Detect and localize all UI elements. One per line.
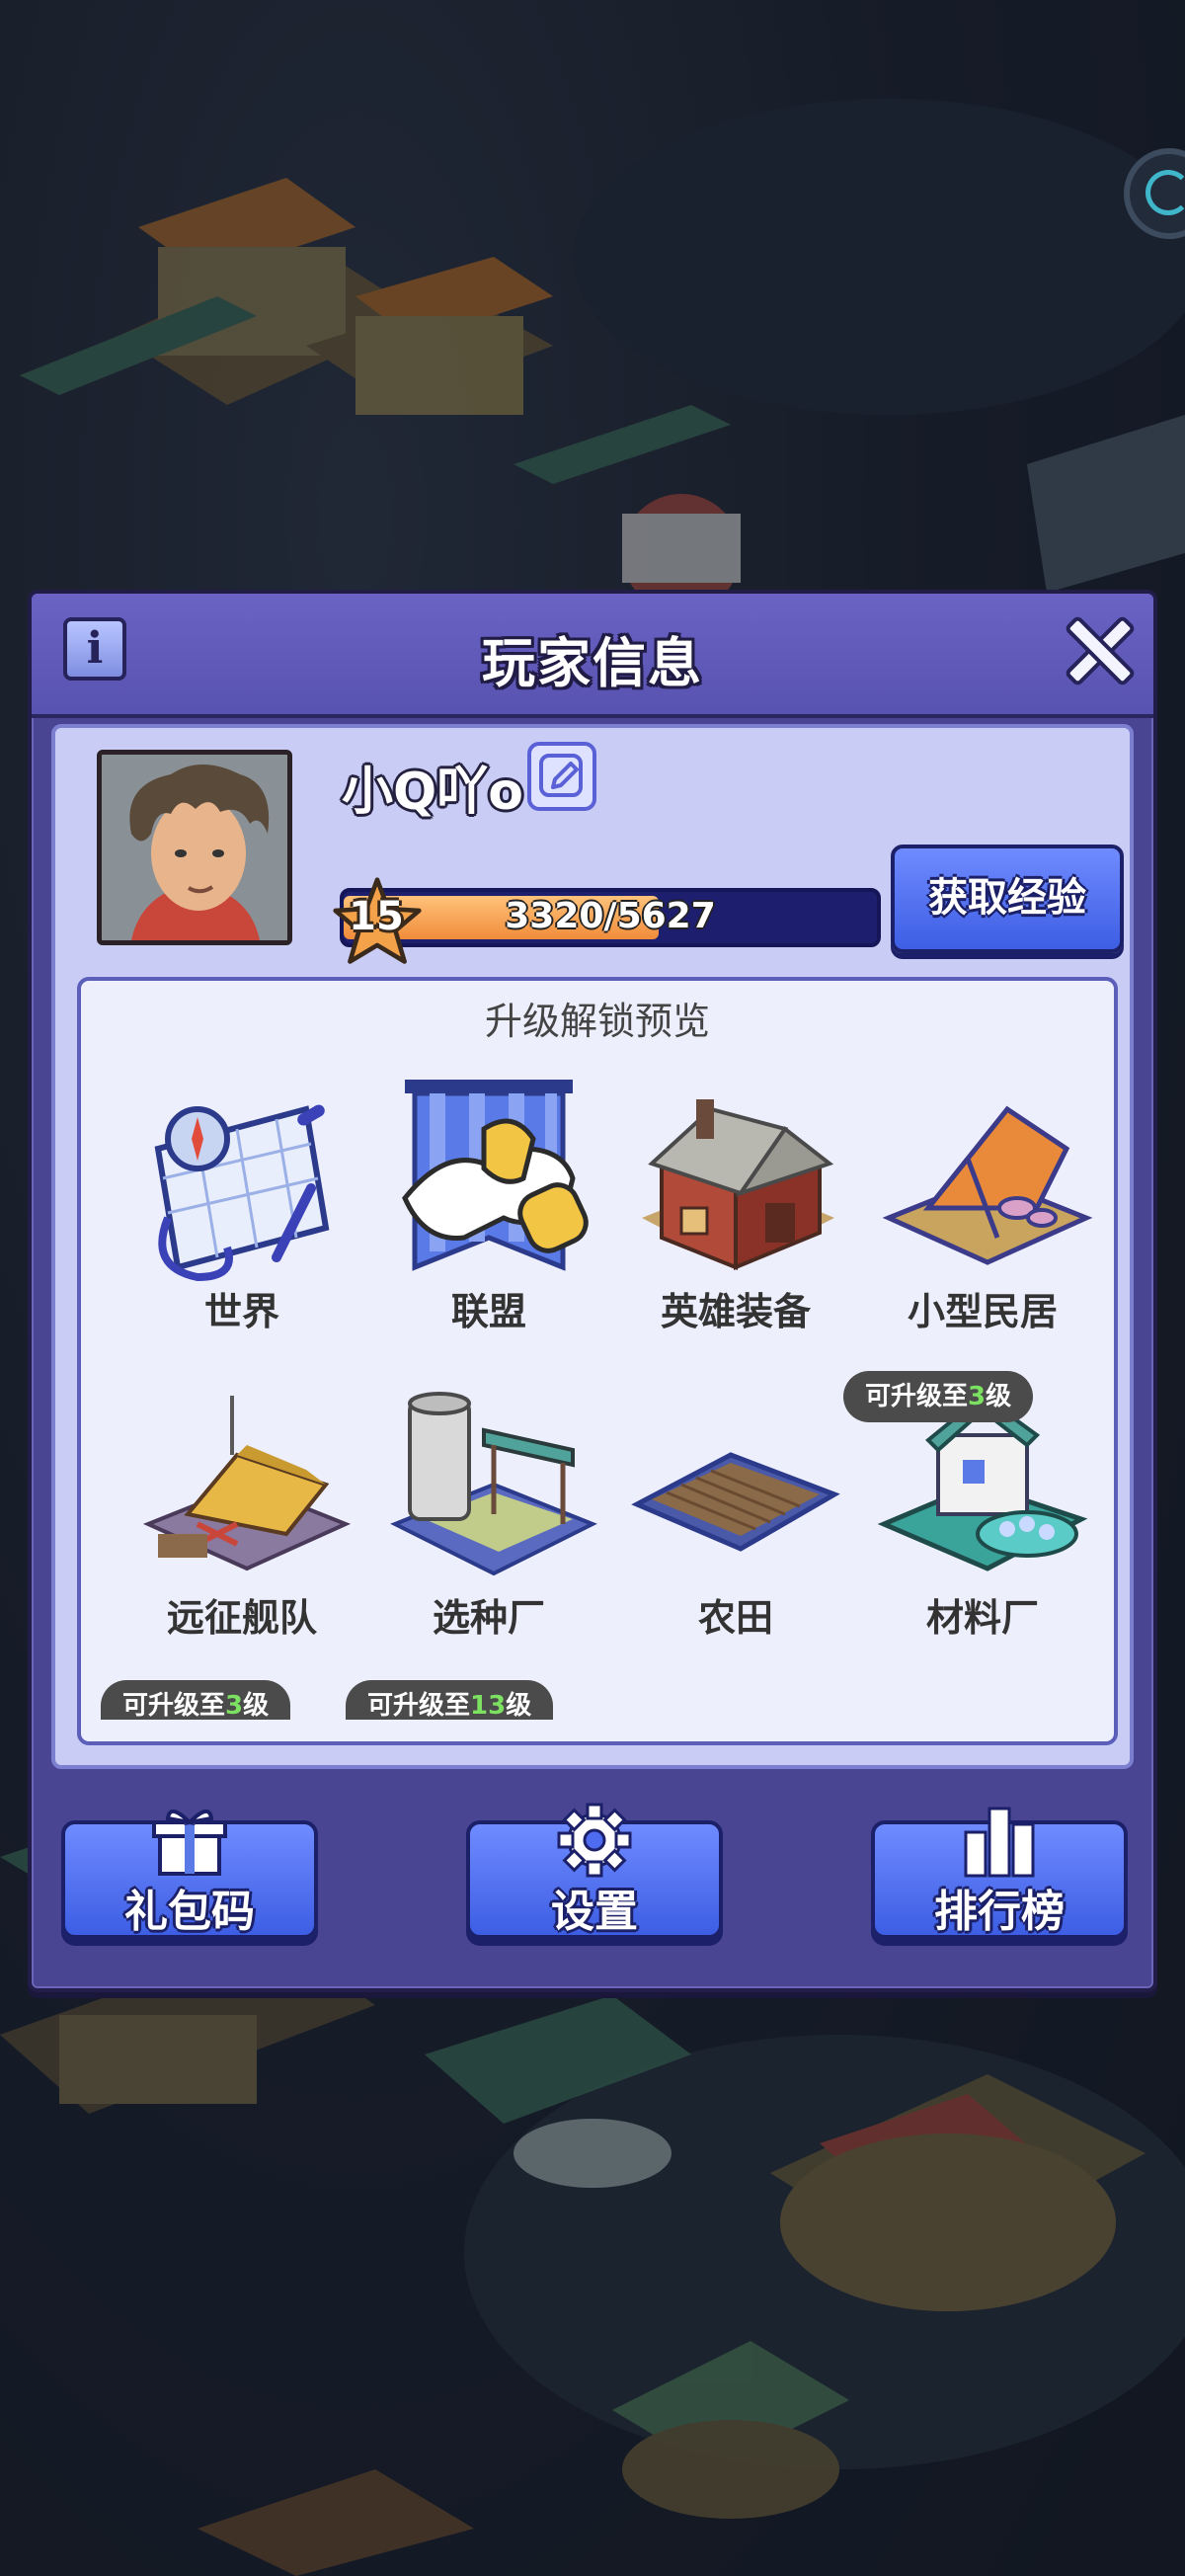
- dialog-header: i 玩家信息: [32, 594, 1153, 718]
- edit-name-button[interactable]: [527, 742, 596, 811]
- unlock-item-farmland[interactable]: 农田: [612, 1376, 859, 1672]
- unlock-item-label: 英雄装备: [660, 1290, 811, 1333]
- avatar[interactable]: [97, 750, 292, 945]
- unlock-item-world[interactable]: 世界: [118, 1070, 365, 1366]
- xp-text: 3320/5627: [505, 896, 716, 936]
- unlock-item-small-dwelling[interactable]: 小型民居: [859, 1070, 1106, 1366]
- leaderboard-button[interactable]: 排行榜: [871, 1807, 1128, 1939]
- expedition-fleet-icon: [142, 1396, 352, 1571]
- player-info-dialog: i 玩家信息 小Q吖o 3320/5627 15 获取经验 升级解锁预览 世界 …: [28, 590, 1157, 1992]
- unlock-item-label: 联盟: [450, 1290, 526, 1333]
- dialog-content: 小Q吖o 3320/5627 15 获取经验 升级解锁预览 世界 联盟 英雄装备…: [51, 724, 1134, 1769]
- gear-icon: [557, 1803, 632, 1878]
- gift-code-button[interactable]: 礼包码: [61, 1810, 318, 1939]
- player-name: 小Q吖o: [342, 763, 523, 822]
- unlock-item-label: 远征舰队: [166, 1596, 317, 1640]
- unlock-item-hero-equipment[interactable]: 英雄装备: [612, 1070, 859, 1366]
- avatar-portrait-icon: [102, 755, 287, 940]
- unlock-item-label: 农田: [697, 1596, 773, 1640]
- unlock-item-label: 选种厂: [432, 1596, 545, 1640]
- small-dwelling-tent-icon: [882, 1105, 1093, 1265]
- close-button[interactable]: [1061, 611, 1140, 690]
- leaderboard-label: 排行榜: [934, 1887, 1065, 1937]
- farmland-icon: [631, 1452, 840, 1552]
- settings-label: 设置: [551, 1887, 638, 1937]
- upgrade-badge: 可升级至13级: [346, 1680, 554, 1720]
- player-level: 15: [349, 894, 404, 939]
- unlock-item-alliance[interactable]: 联盟: [365, 1070, 612, 1366]
- unlock-preview-panel: 升级解锁预览 世界 联盟 英雄装备 小型民居 远征舰队 选种厂 农田 材料厂 可…: [77, 977, 1118, 1745]
- unlock-item-expedition-fleet[interactable]: 远征舰队: [118, 1376, 365, 1672]
- unlock-item-label: 世界: [203, 1290, 279, 1333]
- preview-title: 升级解锁预览: [484, 1000, 710, 1043]
- hero-equipment-house-icon: [642, 1099, 834, 1270]
- unlock-item-label: 材料厂: [925, 1596, 1039, 1640]
- upgrade-badge: 可升级至3级: [101, 1680, 291, 1720]
- leaderboard-bars-icon: [964, 1807, 1035, 1878]
- dialog-title: 玩家信息: [482, 632, 703, 694]
- settings-button[interactable]: 设置: [466, 1803, 723, 1939]
- unlock-item-seed-factory[interactable]: 选种厂: [365, 1376, 612, 1672]
- alliance-banner-icon: [402, 1080, 589, 1271]
- gift-code-label: 礼包码: [124, 1887, 255, 1937]
- unlock-item-label: 小型民居: [907, 1290, 1058, 1333]
- seed-factory-icon: [390, 1392, 597, 1576]
- get-exp-button[interactable]: 获取经验: [891, 845, 1124, 953]
- pencil-icon: [539, 754, 583, 797]
- gift-icon: [152, 1810, 227, 1876]
- world-map-icon: [154, 1104, 330, 1282]
- upgrade-badge: 可升级至3级: [843, 1371, 1034, 1422]
